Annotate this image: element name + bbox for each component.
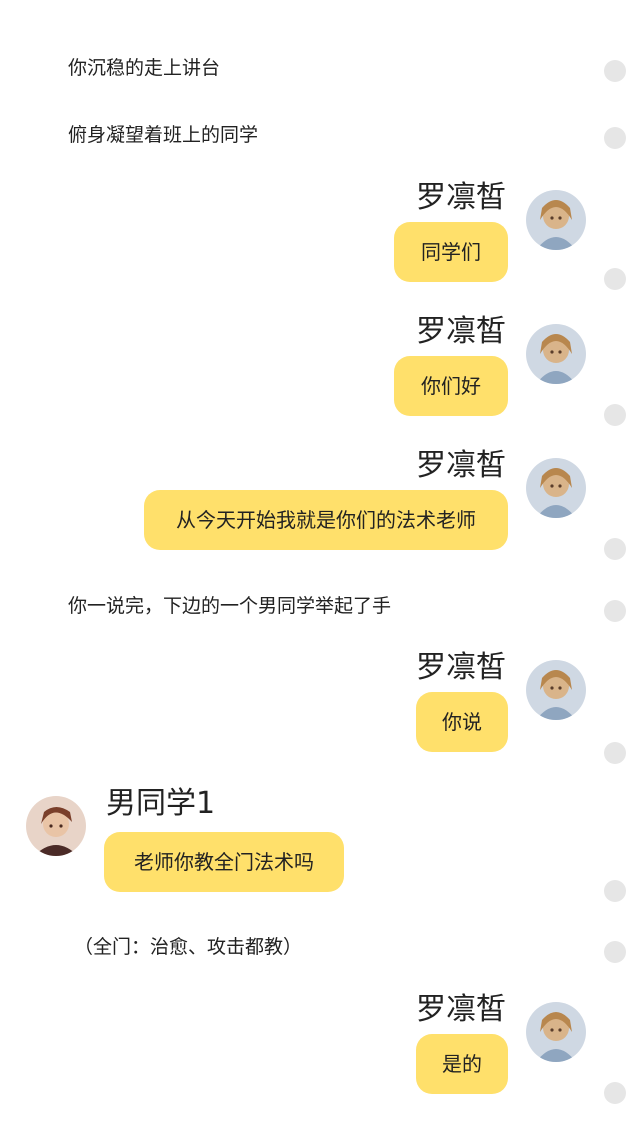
timeline-dot[interactable] — [604, 60, 626, 82]
speaker-name: 罗凛皙 — [416, 448, 506, 483]
timeline-dot[interactable] — [604, 1082, 626, 1104]
speaker-name: 罗凛皙 — [416, 180, 506, 215]
anime-girl-avatar[interactable] — [526, 458, 586, 518]
narration-line: 你一说完，下边的一个男同学举起了手 — [68, 595, 392, 617]
timeline-dot[interactable] — [604, 880, 626, 902]
timeline-dot[interactable] — [604, 127, 626, 149]
timeline-dot[interactable] — [604, 538, 626, 560]
message-bubble[interactable]: 你们好 — [394, 356, 508, 416]
anime-girl-avatar-icon — [526, 660, 586, 720]
anime-girl-avatar[interactable] — [526, 190, 586, 250]
narration-line: 你沉稳的走上讲台 — [68, 57, 221, 79]
message-bubble[interactable]: 从今天开始我就是你们的法术老师 — [144, 490, 508, 550]
speaker-name: 罗凛皙 — [416, 650, 506, 685]
timeline-dot[interactable] — [604, 941, 626, 963]
anime-girl-avatar[interactable] — [526, 1002, 586, 1062]
timeline-dot[interactable] — [604, 404, 626, 426]
timeline-dot[interactable] — [604, 742, 626, 764]
anime-girl-avatar-icon — [526, 458, 586, 518]
speaker-name: 罗凛皙 — [416, 992, 506, 1027]
timeline-dot[interactable] — [604, 268, 626, 290]
anime-girl-avatar-icon — [526, 190, 586, 250]
timeline-dot[interactable] — [604, 600, 626, 622]
message-bubble[interactable]: 你说 — [416, 692, 508, 752]
anime-girl-avatar[interactable] — [526, 324, 586, 384]
anime-girl-avatar-icon — [526, 324, 586, 384]
message-bubble[interactable]: 是的 — [416, 1034, 508, 1094]
timeline-dots — [604, 0, 626, 1139]
narration-line: 俯身凝望着班上的同学 — [68, 124, 259, 146]
anime-girl-avatar-icon — [526, 1002, 586, 1062]
narration-line: （全门：治愈、攻击都教） — [74, 936, 303, 958]
chat-screen: 你沉稳的走上讲台 俯身凝望着班上的同学 你一说完，下边的一个男同学举起了手 （全… — [0, 0, 640, 1139]
message-bubble[interactable]: 老师你教全门法术吗 — [104, 832, 344, 892]
speaker-name: 男同学1 — [106, 786, 216, 821]
anime-girl-avatar[interactable] — [526, 660, 586, 720]
message-bubble[interactable]: 同学们 — [394, 222, 508, 282]
anime-boy-avatar-icon — [26, 796, 86, 856]
speaker-name: 罗凛皙 — [416, 314, 506, 349]
anime-boy-avatar[interactable] — [26, 796, 86, 856]
